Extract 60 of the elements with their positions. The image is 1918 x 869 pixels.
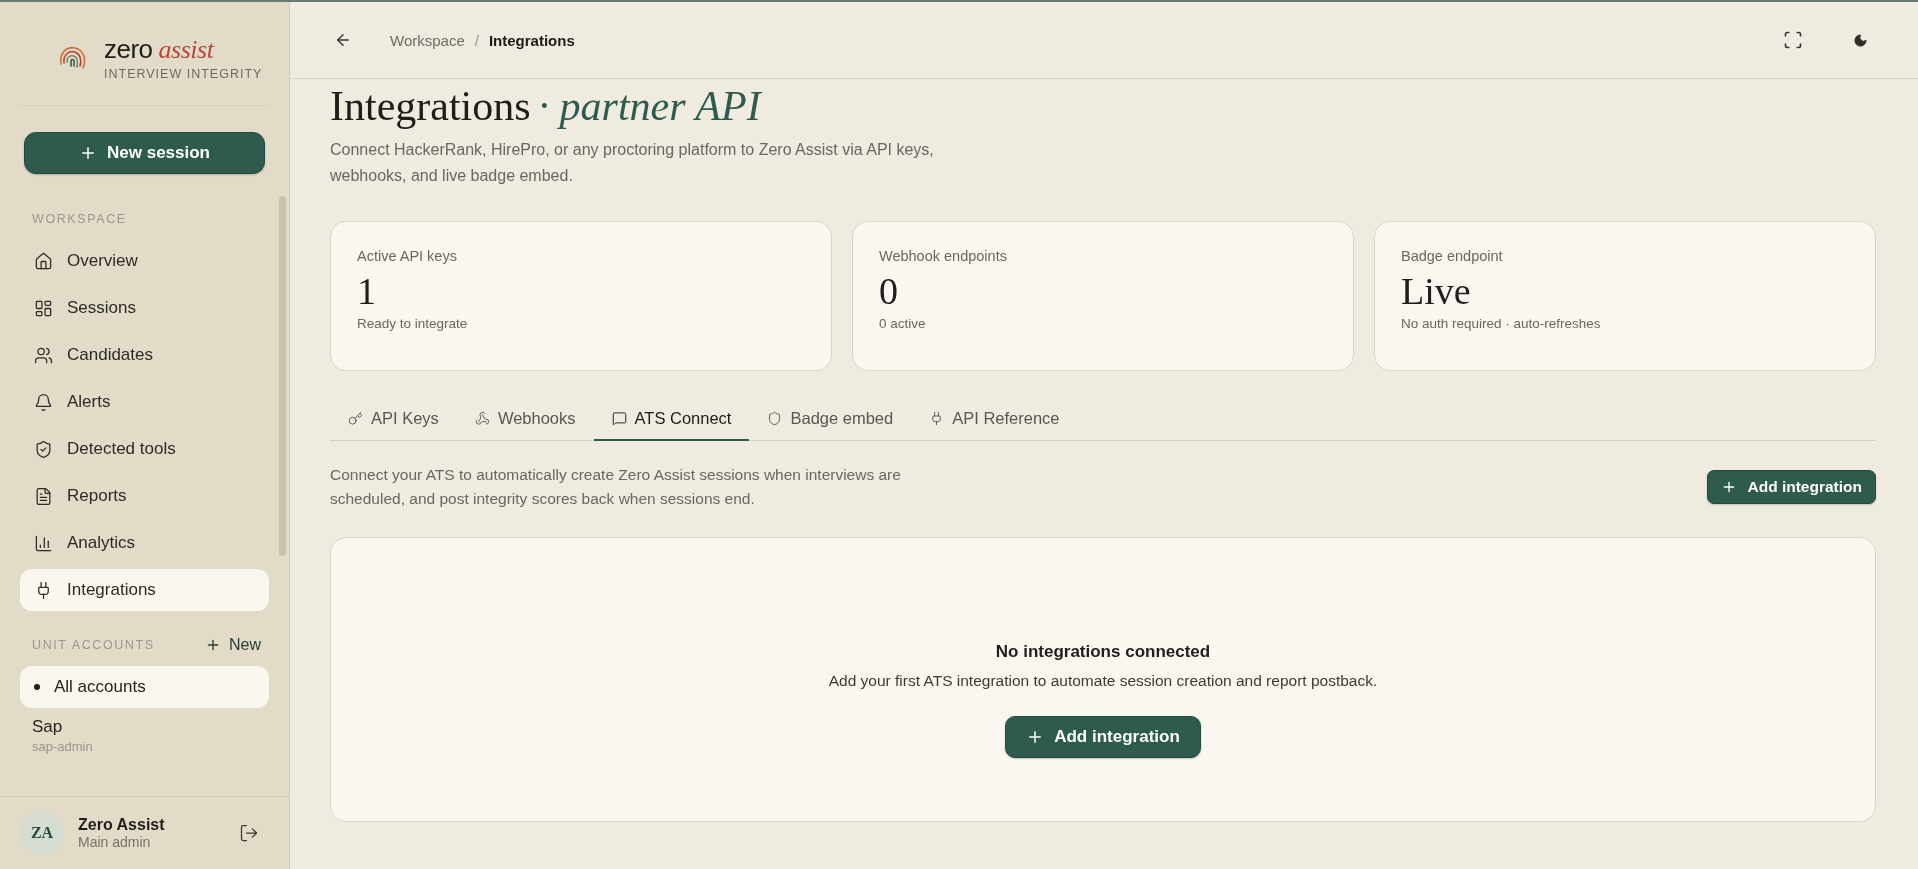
- nav-item[interactable]: Alerts: [20, 381, 269, 423]
- brand-name: zero assist: [104, 36, 216, 63]
- stat-value: 0: [879, 272, 899, 311]
- section-heading: UNIT ACCOUNTS: [32, 638, 155, 652]
- stat-note: No auth required · auto-refreshes: [1401, 316, 1602, 332]
- stat-note: Ready to integrate: [357, 316, 469, 332]
- breadcrumb-separator: /: [474, 31, 479, 49]
- account-item[interactable]: Sap sap-admin: [20, 714, 269, 756]
- nav-item[interactable]: Integrations: [20, 569, 269, 611]
- page-title: Integrations · partner API: [330, 83, 764, 130]
- add-integration-button[interactable]: Add integration: [1005, 715, 1201, 758]
- chat-bubble-icon: [611, 411, 627, 427]
- empty-state-title: No integrations connected: [995, 641, 1211, 662]
- stat-label: Badge endpoint: [1401, 248, 1504, 265]
- account-handle: sap-admin: [32, 738, 94, 754]
- breadcrumb-link[interactable]: Integrations: [488, 31, 575, 49]
- account-name: Sap: [32, 716, 63, 737]
- page-description: Connect HackerRank, HirePro, or any proctoring platform to Zero Assist via API keys, webhooks, and live badge embed.: [330, 140, 935, 187]
- grid-icon: [34, 298, 53, 318]
- tab[interactable]: API Reference: [911, 397, 1078, 442]
- shield-icon: [767, 411, 783, 427]
- account-item[interactable]: All accounts: [20, 666, 269, 708]
- tab[interactable]: Webhooks: [456, 397, 594, 442]
- stat-value: Live: [1401, 272, 1472, 311]
- nav-item[interactable]: Analytics: [20, 522, 269, 564]
- tab[interactable]: ATS Connect: [593, 397, 750, 442]
- shield-check-icon: [34, 439, 53, 459]
- users-icon: [34, 345, 53, 365]
- bell-icon: [34, 392, 53, 412]
- nav-item[interactable]: Reports: [20, 475, 269, 517]
- document-icon: [34, 486, 53, 506]
- stat-note: 0 active: [879, 316, 927, 332]
- breadcrumb-link[interactable]: Workspace: [390, 31, 465, 49]
- nav-item[interactable]: Sessions: [20, 287, 269, 329]
- section-heading: WORKSPACE: [32, 212, 127, 226]
- new-session-button[interactable]: New session: [24, 132, 265, 174]
- home-icon: [34, 251, 53, 271]
- brand-tagline: INTERVIEW INTEGRITY: [104, 67, 263, 81]
- plus-icon: [79, 144, 97, 162]
- stat-value: 1: [357, 272, 377, 311]
- empty-state-message: Add your first ATS integration to automate session creation and report postback.: [828, 671, 1378, 690]
- tab[interactable]: Badge embed: [749, 397, 912, 442]
- new-account-button[interactable]: New: [205, 636, 261, 654]
- tab[interactable]: API Keys: [330, 397, 457, 442]
- nav-item[interactable]: Candidates: [20, 334, 269, 376]
- nav-item[interactable]: Detected tools: [20, 428, 269, 470]
- stat-label: Active API keys: [357, 248, 458, 265]
- avatar: ZA: [20, 811, 64, 855]
- account-name: All accounts: [54, 677, 146, 697]
- key-icon: [348, 411, 363, 427]
- tab-description: Connect your ATS to automatically create Zero Assist sessions when interviews are scheduled, and post integrity scores back when sessions end.: [330, 465, 902, 510]
- stat-label: Webhook endpoints: [879, 248, 1008, 265]
- nav-item[interactable]: Overview: [20, 240, 269, 282]
- bar-chart-icon: [34, 533, 53, 553]
- bullet-icon: [34, 684, 40, 690]
- plus-icon: [205, 637, 221, 653]
- webhook-icon: [474, 411, 490, 427]
- add-integration-button[interactable]: Add integration: [1707, 470, 1876, 505]
- user-role: Main admin: [78, 834, 152, 850]
- user-name: Zero Assist: [78, 816, 166, 834]
